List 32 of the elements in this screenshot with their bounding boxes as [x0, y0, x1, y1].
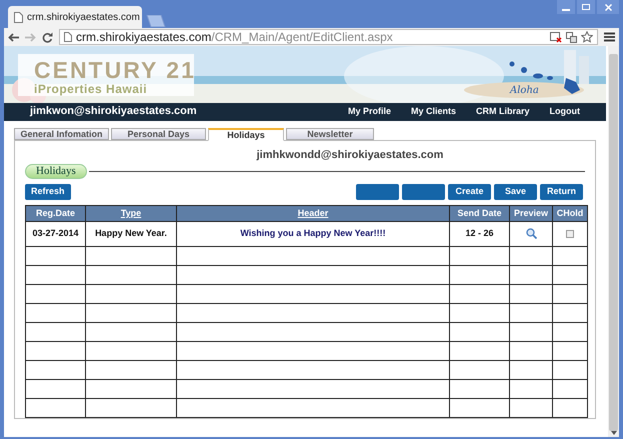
column-header: Send Date	[450, 206, 510, 222]
user-email: jimkwon@shirokiyaestates.com	[30, 104, 198, 120]
brand-logo-text: CENTURY 21	[34, 58, 196, 82]
section-title-pill: Holidays	[25, 164, 87, 179]
tab-title: crm.shirokiyaestates.com	[27, 10, 140, 24]
address-field[interactable]: crm.shirokiyaestates.com/CRM_Main/Agent/EditClient.aspx	[59, 29, 598, 45]
brand-subtitle: iProperties Hawaii	[34, 82, 148, 96]
table-cell-text: Wishing you a Happy New Year!!!!	[239, 227, 387, 240]
url-text: crm.shirokiyaestates.com/CRM_Main/Agent/EditClient.aspx	[76, 29, 394, 46]
nav-link[interactable]: CRM Library	[476, 104, 530, 118]
tab[interactable]: Personal Days	[111, 128, 206, 140]
column-header: Preview	[510, 206, 552, 222]
action-button[interactable]: Create	[448, 184, 491, 200]
refresh-button[interactable]: Refresh	[25, 184, 71, 200]
column-header[interactable]: Header	[176, 206, 450, 222]
nav-link[interactable]: My Profile	[348, 104, 391, 118]
action-button[interactable]: Save	[494, 184, 537, 200]
client-email: jimhkwondd@shirokiyaestates.com	[256, 148, 444, 162]
browser-tab[interactable]: crm.shirokiyaestates.com	[8, 6, 142, 28]
tab[interactable]: General Infomation	[14, 128, 109, 140]
column-header[interactable]: Type	[86, 206, 176, 222]
aloha-script-text: Aloha	[510, 84, 539, 98]
table-cell-text: 12 - 26	[464, 227, 495, 240]
action-button[interactable]: Return	[540, 184, 583, 200]
column-header: Reg.Date	[26, 206, 86, 222]
nav-link[interactable]: Logout	[550, 104, 580, 118]
tab[interactable]: Newsletter	[286, 128, 374, 140]
column-header: CHold	[552, 206, 588, 222]
tab[interactable]: Holidays	[208, 128, 284, 140]
table-cell-text: Happy New Year.	[94, 227, 168, 240]
table-cell-text: 03-27-2014	[31, 227, 80, 240]
nav-link[interactable]: My Clients	[410, 104, 456, 118]
